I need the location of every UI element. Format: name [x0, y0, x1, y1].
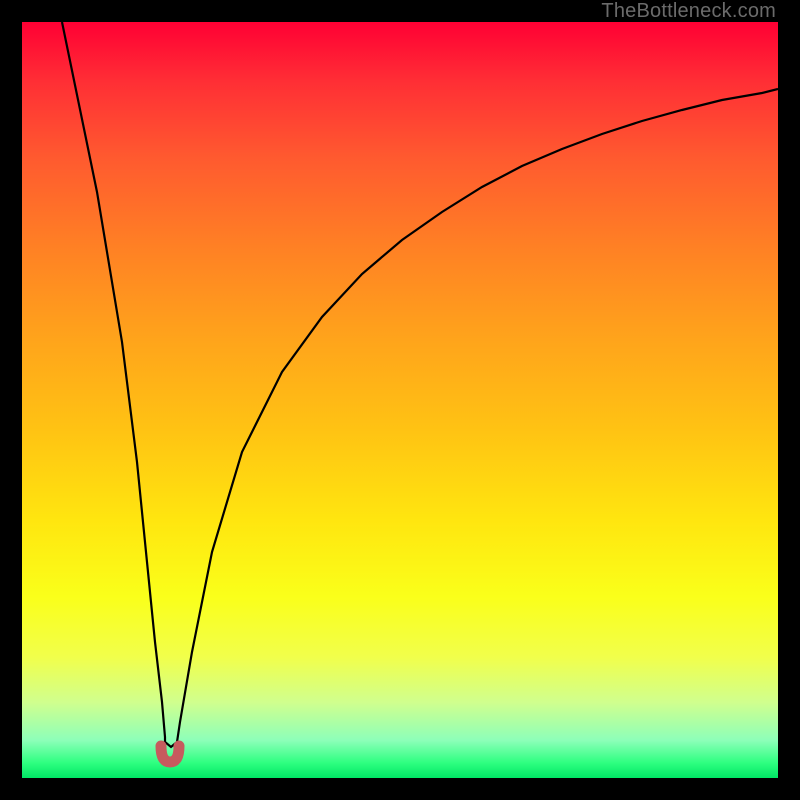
marker-minimum [161, 746, 179, 762]
chart-frame: TheBottleneck.com [0, 0, 800, 800]
plot-area [22, 22, 778, 778]
bottleneck-curve [22, 22, 778, 778]
curve-path [62, 22, 778, 747]
watermark-label: TheBottleneck.com [601, 0, 776, 23]
